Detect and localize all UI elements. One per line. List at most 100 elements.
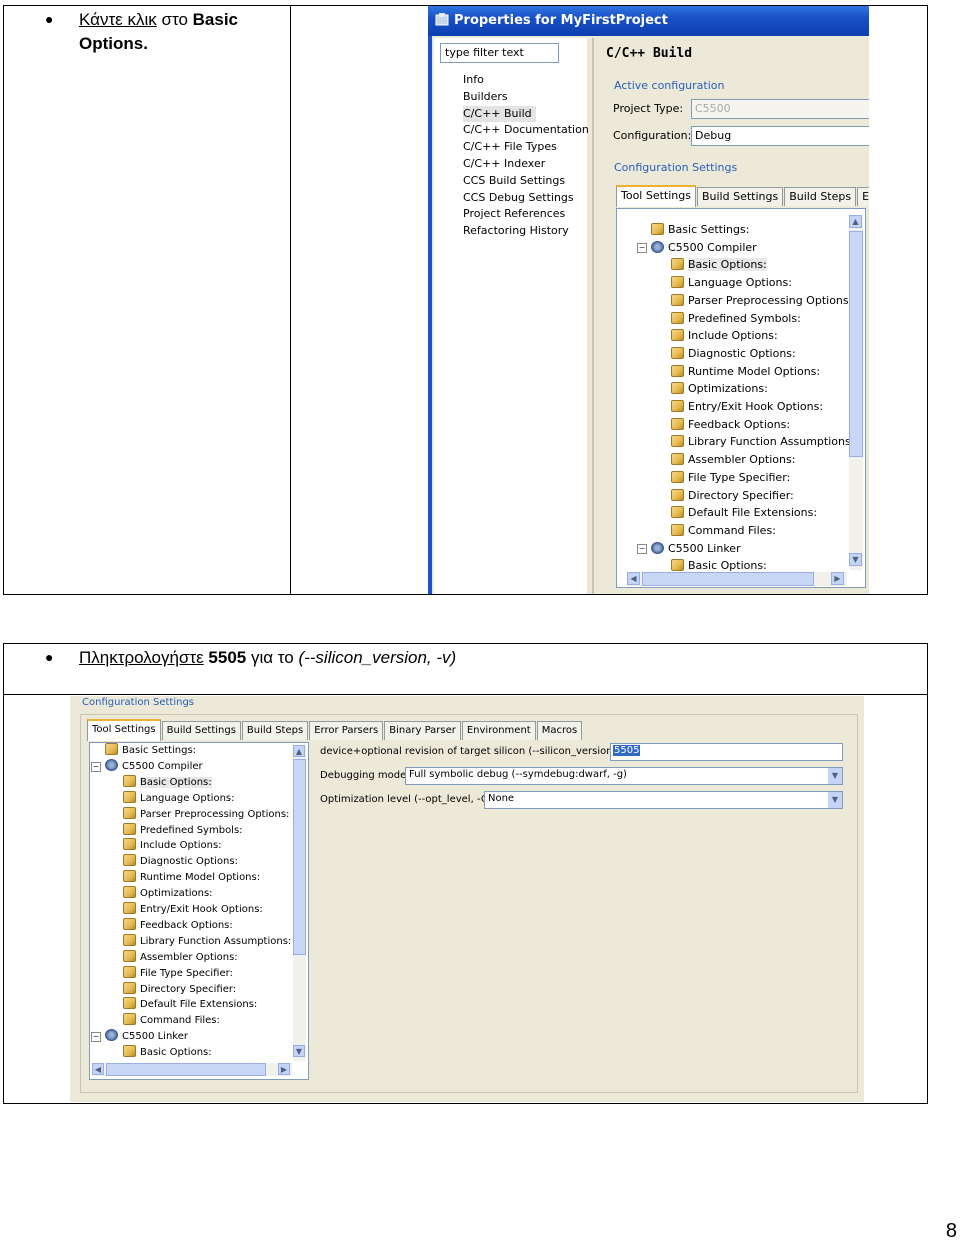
tree-item[interactable]: Assembler Options:: [671, 452, 795, 468]
tree-item[interactable]: Runtime Model Options:: [123, 870, 260, 886]
tree-hscrollbar[interactable]: ◀ ▶: [92, 1063, 292, 1076]
tree-item[interactable]: File Type Specifier:: [671, 470, 790, 486]
tree-item[interactable]: Default File Extensions:: [671, 505, 817, 521]
nav-item[interactable]: C/C++ Documentation: [463, 122, 589, 139]
tree-item[interactable]: Include Options:: [671, 328, 778, 344]
debugging-model-select[interactable]: Full symbolic debug (--symdebug:dwarf, -…: [405, 767, 843, 785]
tab-build-settings[interactable]: Build Settings: [696, 187, 784, 206]
tree-item-label: Basic Options:: [140, 1047, 212, 1059]
scroll-down-icon[interactable]: ▼: [293, 1045, 305, 1057]
tree-item[interactable]: Basic Options:: [123, 774, 212, 791]
tree-item-basic-settings[interactable]: Basic Settings:: [105, 743, 196, 759]
scroll-thumb[interactable]: [293, 759, 306, 955]
tool-options-icon: [123, 838, 136, 851]
nav-item[interactable]: Project References: [463, 206, 589, 223]
chevron-down-icon[interactable]: ▼: [828, 768, 842, 784]
tree-item[interactable]: Parser Preprocessing Options:: [671, 293, 852, 309]
tab-binary-parser[interactable]: Binary Parser: [384, 721, 461, 740]
configuration-select[interactable]: Debug: [691, 126, 869, 146]
tree-item[interactable]: Optimizations:: [671, 381, 768, 397]
tree-vscrollbar[interactable]: ▲ ▼: [849, 215, 863, 570]
tree-item-compiler[interactable]: C5500 Compiler: [105, 758, 203, 775]
tab-error-parsers[interactable]: Error Parsers: [309, 721, 384, 740]
scroll-up-icon[interactable]: ▲: [849, 215, 862, 228]
tree-item[interactable]: Assembler Options:: [123, 949, 238, 966]
nav-item[interactable]: CCS Build Settings: [463, 173, 589, 190]
tree-item-linker[interactable]: C5500 Linker: [651, 541, 741, 557]
nav-item[interactable]: C/C++ File Types: [463, 139, 589, 156]
collapse-icon[interactable]: −: [91, 1032, 101, 1043]
tree-item[interactable]: Library Function Assumptions:: [671, 434, 854, 450]
tree-item[interactable]: File Type Specifier:: [123, 965, 233, 982]
tree-item-linker[interactable]: C5500 Linker: [105, 1029, 188, 1045]
tree-item[interactable]: Command Files:: [671, 523, 776, 539]
tree-item[interactable]: Feedback Options:: [671, 417, 790, 433]
tree-item[interactable]: Basic Options:: [671, 257, 767, 273]
tab-tool-settings[interactable]: Tool Settings: [87, 719, 161, 741]
tree-item[interactable]: Predefined Symbols:: [671, 311, 801, 327]
tree-item[interactable]: Diagnostic Options:: [123, 854, 238, 870]
scroll-left-icon[interactable]: ◀: [92, 1063, 104, 1075]
nav-item[interactable]: CCS Debug Settings: [463, 190, 589, 207]
tree-item-basic-settings[interactable]: Basic Settings:: [651, 222, 749, 238]
tab-macros[interactable]: Macros: [536, 721, 583, 740]
scroll-down-icon[interactable]: ▼: [849, 553, 862, 566]
filter-input[interactable]: type filter text: [440, 43, 559, 63]
tab-environment[interactable]: Environment: [461, 721, 536, 740]
tool-options-icon: [123, 981, 136, 994]
bullet-icon: ●: [45, 11, 54, 27]
configuration-label: Configuration:: [613, 129, 692, 142]
tab-tool-settings[interactable]: Tool Settings: [616, 185, 696, 207]
chevron-down-icon[interactable]: ▼: [828, 792, 842, 808]
optimization-level-select[interactable]: None ▼: [484, 791, 843, 809]
tree-item[interactable]: Feedback Options:: [123, 917, 233, 934]
tree-vscrollbar[interactable]: ▲ ▼: [293, 745, 306, 1061]
tab-build-steps[interactable]: Build Steps: [241, 721, 309, 740]
tree-item[interactable]: Directory Specifier:: [123, 981, 236, 998]
tree-item[interactable]: Basic Options:: [123, 1045, 212, 1061]
nav-item[interactable]: C/C++ Indexer: [463, 156, 589, 173]
project-type-field: C5500: [691, 99, 869, 119]
nav-item[interactable]: Refactoring History: [463, 223, 589, 240]
tab-error-parsers[interactable]: Erro: [857, 187, 869, 206]
tree-item-label: Optimizations:: [140, 888, 213, 900]
tree-item[interactable]: Entry/Exit Hook Options:: [671, 399, 823, 415]
tree-item-label: Basic Settings:: [668, 223, 750, 236]
hscroll-thumb[interactable]: [106, 1063, 266, 1076]
scroll-thumb[interactable]: [849, 231, 863, 457]
tree-item[interactable]: Parser Preprocessing Options:: [123, 806, 289, 823]
tree-item[interactable]: Predefined Symbols:: [123, 822, 243, 839]
collapse-icon[interactable]: −: [637, 242, 647, 253]
panel-separator[interactable]: [592, 38, 594, 594]
tree-item[interactable]: Entry/Exit Hook Options:: [123, 902, 263, 918]
tree-item[interactable]: Directory Specifier:: [671, 488, 794, 504]
silicon-version-input[interactable]: 5505: [610, 743, 843, 761]
tab-build-settings[interactable]: Build Settings: [161, 721, 241, 740]
tree-item-compiler[interactable]: C5500 Compiler: [651, 240, 757, 256]
scroll-left-icon[interactable]: ◀: [627, 572, 640, 585]
tab-build-steps[interactable]: Build Steps: [784, 187, 857, 206]
scroll-right-icon[interactable]: ▶: [278, 1063, 290, 1075]
collapse-icon[interactable]: −: [637, 543, 647, 554]
nav-item[interactable]: Builders: [463, 89, 589, 106]
collapse-icon[interactable]: −: [91, 761, 101, 772]
dialog-titlebar: Properties for MyFirstProject: [428, 6, 869, 36]
hscroll-thumb[interactable]: [642, 572, 814, 586]
tree-item[interactable]: Optimizations:: [123, 886, 213, 902]
nav-item-selected[interactable]: C/C++ Build: [463, 105, 589, 123]
scroll-up-icon[interactable]: ▲: [293, 745, 305, 757]
tree-item[interactable]: Default File Extensions:: [123, 997, 257, 1013]
scroll-right-icon[interactable]: ▶: [831, 572, 844, 585]
tree-hscrollbar[interactable]: ◀ ▶: [627, 572, 847, 586]
tool-options-icon: [671, 435, 684, 448]
tree-item[interactable]: Library Function Assumptions:: [123, 933, 291, 950]
nav-item[interactable]: Info: [463, 72, 589, 89]
tree-item[interactable]: Include Options:: [123, 838, 222, 854]
tree-item[interactable]: Language Options:: [123, 790, 234, 807]
tree-item[interactable]: Command Files:: [123, 1013, 220, 1029]
tool-options-icon: [123, 949, 136, 962]
tree-item[interactable]: Runtime Model Options:: [671, 364, 820, 380]
tree-item[interactable]: Language Options:: [671, 275, 792, 291]
tool-group-icon: [105, 758, 118, 771]
tree-item[interactable]: Diagnostic Options:: [671, 346, 796, 362]
